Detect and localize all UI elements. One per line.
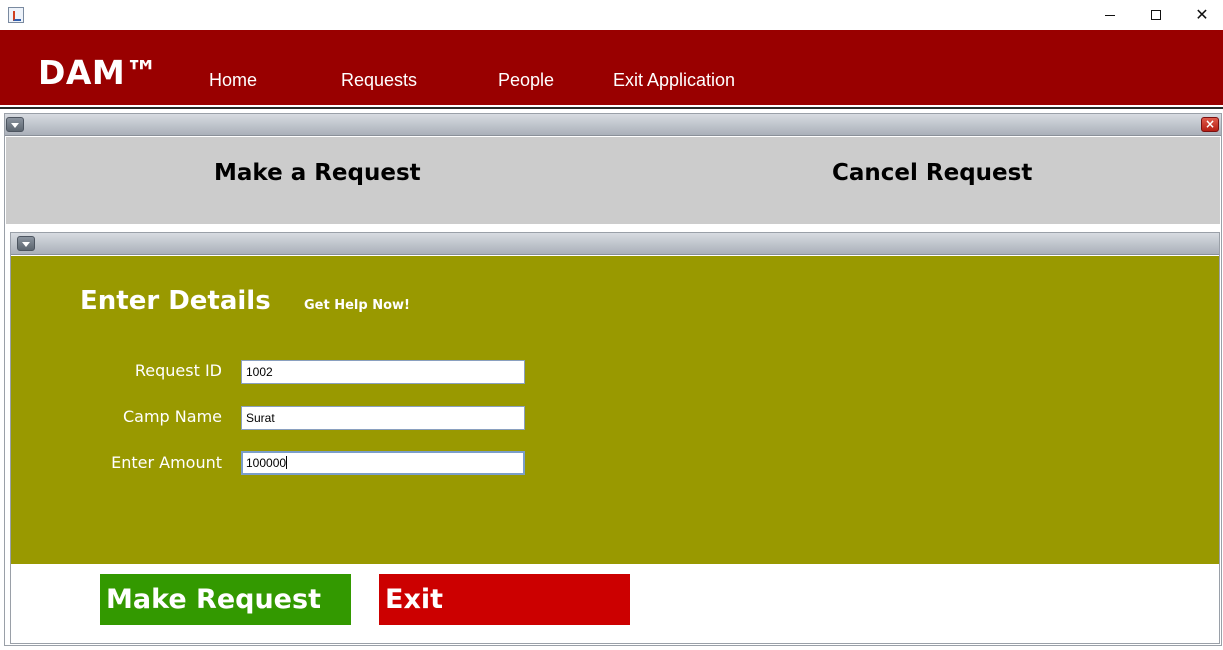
requests-frame-close-button[interactable]: × — [1201, 117, 1219, 132]
requests-frame-menu-button[interactable] — [6, 117, 24, 132]
camp-name-field[interactable]: Surat — [241, 406, 525, 430]
request-id-label: Request ID — [134, 361, 222, 380]
camp-name-label: Camp Name — [122, 407, 222, 426]
make-request-button[interactable]: Make Request — [100, 574, 351, 625]
request-id-field[interactable]: 1002 — [241, 360, 525, 384]
close-icon: ✕ — [1195, 5, 1209, 24]
form-heading: Enter Details — [80, 286, 271, 316]
amount-label: Enter Amount — [111, 453, 222, 472]
minimize-button[interactable] — [1087, 0, 1133, 30]
java-app-icon — [8, 7, 24, 23]
nav-people[interactable]: People — [498, 70, 554, 91]
nav-requests[interactable]: Requests — [341, 70, 417, 91]
maximize-button[interactable] — [1133, 0, 1179, 30]
exit-button[interactable]: Exit — [379, 574, 630, 625]
tab-make-request[interactable]: Make a Request — [214, 160, 421, 186]
details-frame-menu-button[interactable] — [17, 236, 35, 251]
menubar-divider-dark — [0, 107, 1223, 109]
details-frame-titlebar — [11, 233, 1219, 255]
nav-home[interactable]: Home — [209, 70, 257, 91]
requests-frame-titlebar: × — [5, 114, 1221, 136]
amount-value: 100000 — [246, 456, 287, 470]
brand-logo: DAM™ — [38, 53, 159, 92]
nav-exit-application[interactable]: Exit Application — [613, 70, 735, 91]
maximize-icon — [1151, 10, 1161, 20]
get-help-link[interactable]: Get Help Now! — [304, 298, 410, 313]
window-titlebar: ✕ — [0, 0, 1223, 30]
menubar — [0, 30, 1223, 105]
close-window-button[interactable]: ✕ — [1179, 0, 1223, 30]
close-icon: × — [1204, 117, 1216, 131]
tab-cancel-request[interactable]: Cancel Request — [832, 160, 1032, 186]
amount-field[interactable]: 100000 — [241, 451, 525, 475]
minimize-icon — [1105, 14, 1115, 16]
request-tabs-panel — [6, 137, 1220, 224]
text-caret — [286, 456, 288, 469]
